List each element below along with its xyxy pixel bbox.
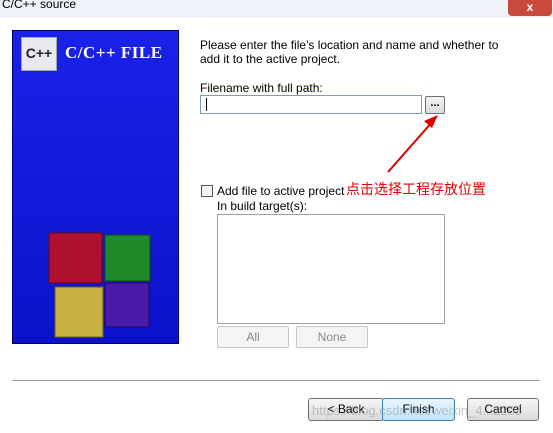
- filename-label: Filename with full path:: [200, 81, 323, 95]
- add-to-project-checkbox[interactable]: [201, 185, 213, 197]
- browse-button[interactable]: ...: [425, 96, 445, 114]
- cube-graphic-icon: [48, 232, 151, 338]
- add-to-project-label[interactable]: Add file to active project: [217, 184, 344, 198]
- select-all-button[interactable]: All: [217, 326, 289, 348]
- close-button[interactable]: x: [508, 0, 552, 16]
- text-caret: [206, 98, 207, 111]
- annotation-text: 点击选择工程存放位置: [346, 181, 486, 197]
- build-targets-list[interactable]: [217, 214, 445, 324]
- cpp-logo-icon: C++: [21, 37, 57, 71]
- build-targets-label: In build target(s):: [217, 199, 308, 213]
- watermark: https://blog.csdn.net/weixin_4...2205: [312, 403, 523, 418]
- title-bar: C/C++ source x: [0, 0, 553, 18]
- window-title: C/C++ source: [2, 0, 77, 11]
- footer-separator: [12, 380, 540, 382]
- wizard-description: Please enter the file's location and nam…: [200, 38, 499, 66]
- panel-title: C/C++ FILE: [65, 43, 163, 62]
- wizard-side-panel: C++ C/C++ FILE: [12, 30, 179, 344]
- filename-input[interactable]: [200, 95, 422, 114]
- select-none-button[interactable]: None: [296, 326, 368, 348]
